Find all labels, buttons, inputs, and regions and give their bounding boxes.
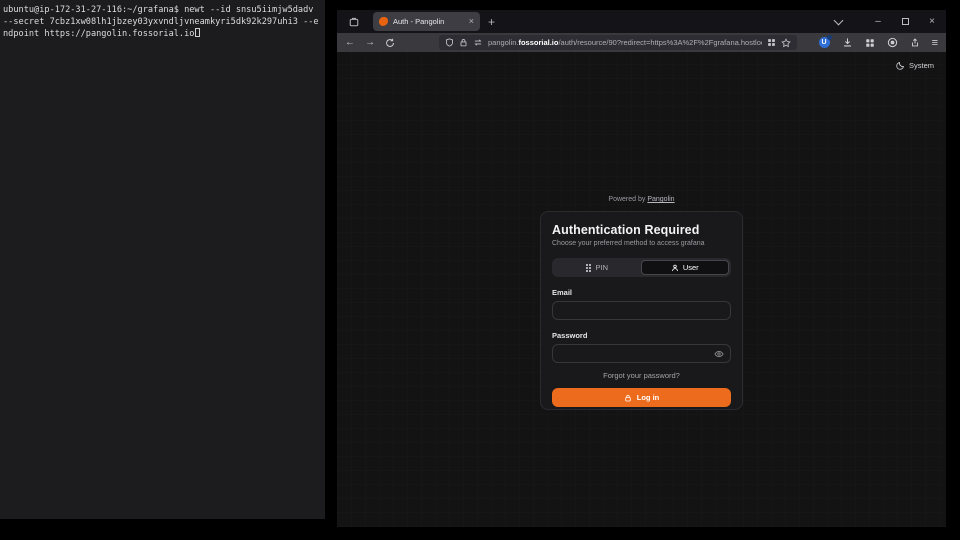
theme-toggle[interactable]: System xyxy=(896,61,934,70)
password-field[interactable] xyxy=(552,344,731,363)
password-label: Password xyxy=(552,331,731,340)
new-tab-button[interactable]: + xyxy=(488,15,495,29)
menu-icon[interactable]: ≡ xyxy=(932,37,938,49)
close-window-button[interactable]: × xyxy=(927,17,937,27)
navigation-bar: ← → pangolin.fossorial.io/auth/resource/… xyxy=(337,33,946,52)
url-bar[interactable]: pangolin.fossorial.io/auth/resource/90?r… xyxy=(439,35,797,50)
minimize-button[interactable]: – xyxy=(873,17,883,27)
swap-arrows-icon[interactable] xyxy=(473,38,483,47)
terminal-window[interactable]: ubuntu@ip-172-31-27-116:~/grafana$ newt … xyxy=(0,0,325,519)
card-subtitle: Choose your preferred method to access g… xyxy=(552,240,731,247)
reload-icon[interactable] xyxy=(385,38,395,48)
bookmark-star-icon[interactable] xyxy=(781,38,791,48)
shield-icon[interactable] xyxy=(445,38,454,47)
moon-icon xyxy=(896,61,905,70)
url-path: /auth/resource/90?redirect=https%3A%2F%2… xyxy=(558,38,762,47)
url-text: pangolin.fossorial.io/auth/resource/90?r… xyxy=(488,38,762,47)
grid-icon[interactable] xyxy=(767,38,776,47)
padlock-icon xyxy=(624,394,632,402)
pangolin-favicon-icon xyxy=(379,17,388,26)
extension-u-icon[interactable]: U xyxy=(819,37,830,48)
terminal-cursor xyxy=(195,28,200,37)
extension-badge xyxy=(827,35,832,40)
tab-pin[interactable]: PIN xyxy=(554,260,641,275)
list-tabs-chevron-icon[interactable] xyxy=(833,17,843,27)
url-prefix: pangolin. xyxy=(488,38,518,47)
pangolin-link[interactable]: Pangolin xyxy=(647,196,674,203)
forgot-password-link[interactable]: Forgot your password? xyxy=(552,371,731,380)
terminal-line: ndpoint https://pangolin.fossorial.io xyxy=(3,28,325,40)
firefox-view-icon[interactable] xyxy=(346,14,362,30)
extensions-icon[interactable] xyxy=(865,38,875,48)
page-content: System Powered by Pangolin Authenticatio… xyxy=(337,52,946,527)
pin-pad-icon xyxy=(586,264,588,266)
share-icon[interactable] xyxy=(910,37,920,48)
powered-by: Powered by Pangolin xyxy=(337,196,946,203)
browser-tab[interactable]: Auth - Pangolin × xyxy=(373,12,480,31)
email-label: Email xyxy=(552,288,731,297)
card-title: Authentication Required xyxy=(552,223,731,237)
auth-card: Authentication Required Choose your pref… xyxy=(540,211,743,410)
back-button[interactable]: ← xyxy=(345,38,355,48)
forward-button[interactable]: → xyxy=(365,38,375,48)
tab-strip: Auth - Pangolin × + – × xyxy=(337,10,946,33)
tab-close-icon[interactable]: × xyxy=(469,17,474,26)
account-icon[interactable] xyxy=(887,37,898,48)
tab-title: Auth - Pangolin xyxy=(393,17,464,26)
terminal-line: ubuntu@ip-172-31-27-116:~/grafana$ newt … xyxy=(3,4,325,16)
theme-toggle-label: System xyxy=(909,61,934,70)
show-password-icon[interactable] xyxy=(714,350,724,358)
lock-icon[interactable] xyxy=(459,38,468,47)
user-icon xyxy=(671,264,679,272)
terminal-line: --secret 7cbz1xw08lh1jbzey03yxvndljvneam… xyxy=(3,16,325,28)
browser-window: Auth - Pangolin × + – × ← → xyxy=(337,10,946,527)
downloads-icon[interactable] xyxy=(842,37,853,48)
window-controls: – × xyxy=(816,17,937,27)
maximize-button[interactable] xyxy=(900,17,910,27)
url-domain: fossorial.io xyxy=(518,38,558,47)
auth-method-tabs: PIN User xyxy=(552,258,731,277)
tab-user[interactable]: User xyxy=(641,260,730,275)
login-button[interactable]: Log in xyxy=(552,388,731,407)
toolbar-icons: U ≡ xyxy=(819,37,938,49)
email-field[interactable] xyxy=(552,301,731,320)
